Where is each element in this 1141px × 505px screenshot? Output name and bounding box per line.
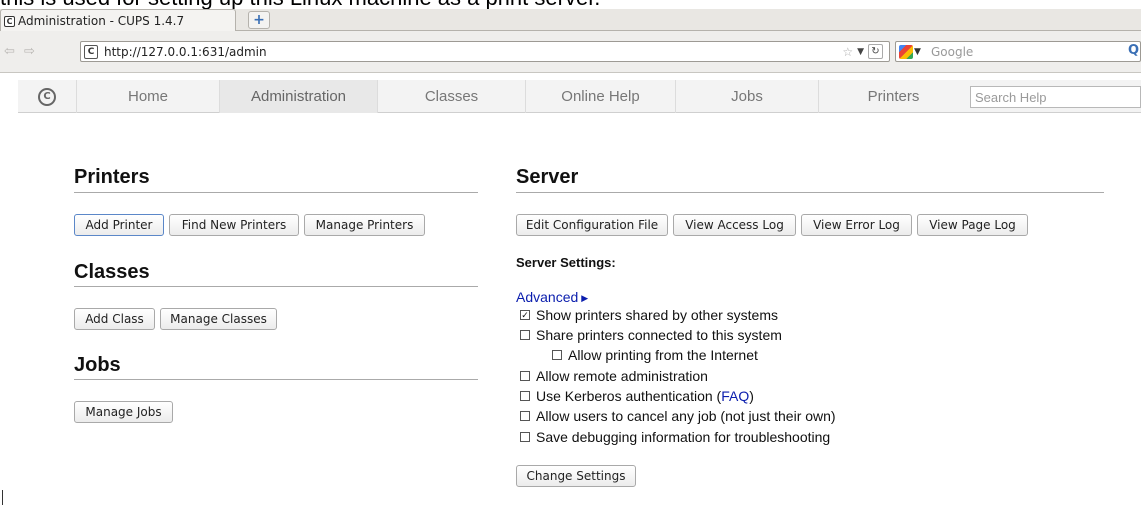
faq-link[interactable]: FAQ — [721, 388, 749, 404]
search-icon[interactable]: Q — [1128, 43, 1139, 58]
tab-strip: C Administration - CUPS 1.4.7 + — [0, 9, 1141, 32]
menu-jobs[interactable]: Jobs — [675, 80, 818, 113]
google-logo-icon — [899, 44, 913, 59]
site-identity-icon: C — [84, 44, 98, 59]
cups-menu-bar: C Home Administration Classes Online Hel… — [18, 80, 1141, 113]
classes-heading: Classes — [74, 261, 150, 283]
option-save-debugging[interactable]: Save debugging information for troublesh… — [520, 429, 830, 445]
help-search-placeholder: Search Help — [975, 89, 1047, 105]
view-page-log-button[interactable]: View Page Log — [917, 214, 1028, 236]
cups-logo[interactable]: C — [18, 80, 76, 113]
option-label: Save debugging information for troublesh… — [536, 429, 831, 445]
chevron-down-icon: ▼ — [914, 46, 921, 57]
checkbox-save-debugging[interactable] — [520, 432, 530, 442]
printers-heading: Printers — [74, 166, 150, 188]
back-arrow-icon[interactable]: ⇦ — [4, 44, 15, 59]
option-show-shared-printers[interactable]: ✓ Show printers shared by other systems — [520, 307, 778, 323]
triangle-right-icon: ▶ — [581, 293, 589, 303]
option-share-printers[interactable]: Share printers connected to this system — [520, 327, 782, 343]
screenshot-caption: this is used for setting up this Linux m… — [0, 0, 1141, 9]
checkbox-show-shared[interactable]: ✓ — [520, 310, 530, 320]
help-search-input[interactable]: Search Help — [970, 86, 1141, 108]
plus-icon: + — [253, 12, 265, 28]
browser-tab-title: Administration - CUPS 1.4.7 — [18, 14, 185, 28]
search-engine-selector[interactable]: ▼ — [899, 44, 925, 60]
advanced-link[interactable]: Advanced ▶ — [516, 289, 588, 305]
option-kerberos[interactable]: Use Kerberos authentication (FAQ) — [520, 388, 754, 404]
add-class-button[interactable]: Add Class — [74, 308, 155, 330]
find-new-printers-button[interactable]: Find New Printers — [169, 214, 299, 236]
option-label: Show printers shared by other systems — [536, 307, 778, 323]
checkbox-share-printers[interactable] — [520, 330, 530, 340]
web-search-placeholder: Google — [931, 44, 974, 59]
jobs-divider — [74, 379, 478, 380]
menu-administration[interactable]: Administration — [219, 80, 377, 113]
history-dropdown-icon[interactable]: ▼ — [857, 47, 864, 57]
option-label: Share printers connected to this system — [536, 327, 782, 343]
option-label: Allow users to cancel any job (not just … — [536, 408, 836, 424]
menu-online-help[interactable]: Online Help — [525, 80, 675, 113]
url-bar[interactable]: C http://127.0.0.1:631/admin ☆ ▼ ↻ — [80, 41, 890, 62]
reload-icon[interactable]: ↻ — [868, 44, 883, 59]
option-cancel-any-job[interactable]: Allow users to cancel any job (not just … — [520, 408, 836, 424]
web-search-box[interactable]: ▼ Google Q — [895, 41, 1141, 62]
server-settings-heading: Server Settings: — [516, 255, 616, 270]
option-label: Use Kerberos authentication ( — [536, 388, 722, 404]
menu-home[interactable]: Home — [76, 80, 219, 113]
cups-favicon-icon: C — [4, 15, 15, 27]
menu-printers[interactable]: Printers — [818, 80, 968, 113]
server-divider — [516, 192, 1104, 193]
edit-configuration-file-button[interactable]: Edit Configuration File — [516, 214, 668, 236]
checkbox-kerberos[interactable] — [520, 391, 530, 401]
checkbox-allow-internet[interactable] — [552, 350, 562, 360]
view-access-log-button[interactable]: View Access Log — [673, 214, 796, 236]
cups-logo-icon: C — [38, 87, 56, 106]
manage-printers-button[interactable]: Manage Printers — [304, 214, 425, 236]
forward-arrow-icon[interactable]: ⇨ — [24, 44, 35, 59]
advanced-label: Advanced — [516, 289, 579, 305]
change-settings-button[interactable]: Change Settings — [516, 465, 636, 487]
option-label-close: ) — [749, 388, 754, 404]
view-error-log-button[interactable]: View Error Log — [801, 214, 912, 236]
checkbox-cancel-any-job[interactable] — [520, 411, 530, 421]
server-heading: Server — [516, 166, 579, 188]
option-label: Allow printing from the Internet — [568, 347, 758, 363]
option-allow-internet-printing[interactable]: Allow printing from the Internet — [552, 347, 758, 363]
checkbox-remote-admin[interactable] — [520, 371, 530, 381]
bookmark-star-icon[interactable]: ☆ — [842, 45, 853, 59]
menu-classes[interactable]: Classes — [377, 80, 525, 113]
navigation-bar: ⇦ ⇨ C http://127.0.0.1:631/admin ☆ ▼ ↻ ▼… — [0, 31, 1141, 73]
new-tab-button[interactable]: + — [248, 11, 270, 29]
manage-classes-button[interactable]: Manage Classes — [160, 308, 277, 330]
add-printer-button[interactable]: Add Printer — [74, 214, 164, 236]
option-remote-administration[interactable]: Allow remote administration — [520, 368, 708, 384]
option-label: Allow remote administration — [536, 368, 708, 384]
classes-divider — [74, 286, 478, 287]
browser-tab-administration[interactable]: C Administration - CUPS 1.4.7 — [0, 9, 236, 32]
jobs-heading: Jobs — [74, 354, 121, 376]
manage-jobs-button[interactable]: Manage Jobs — [74, 401, 173, 423]
left-edge-divider — [2, 490, 3, 505]
printers-divider — [74, 192, 478, 193]
url-text: http://127.0.0.1:631/admin — [104, 44, 267, 59]
